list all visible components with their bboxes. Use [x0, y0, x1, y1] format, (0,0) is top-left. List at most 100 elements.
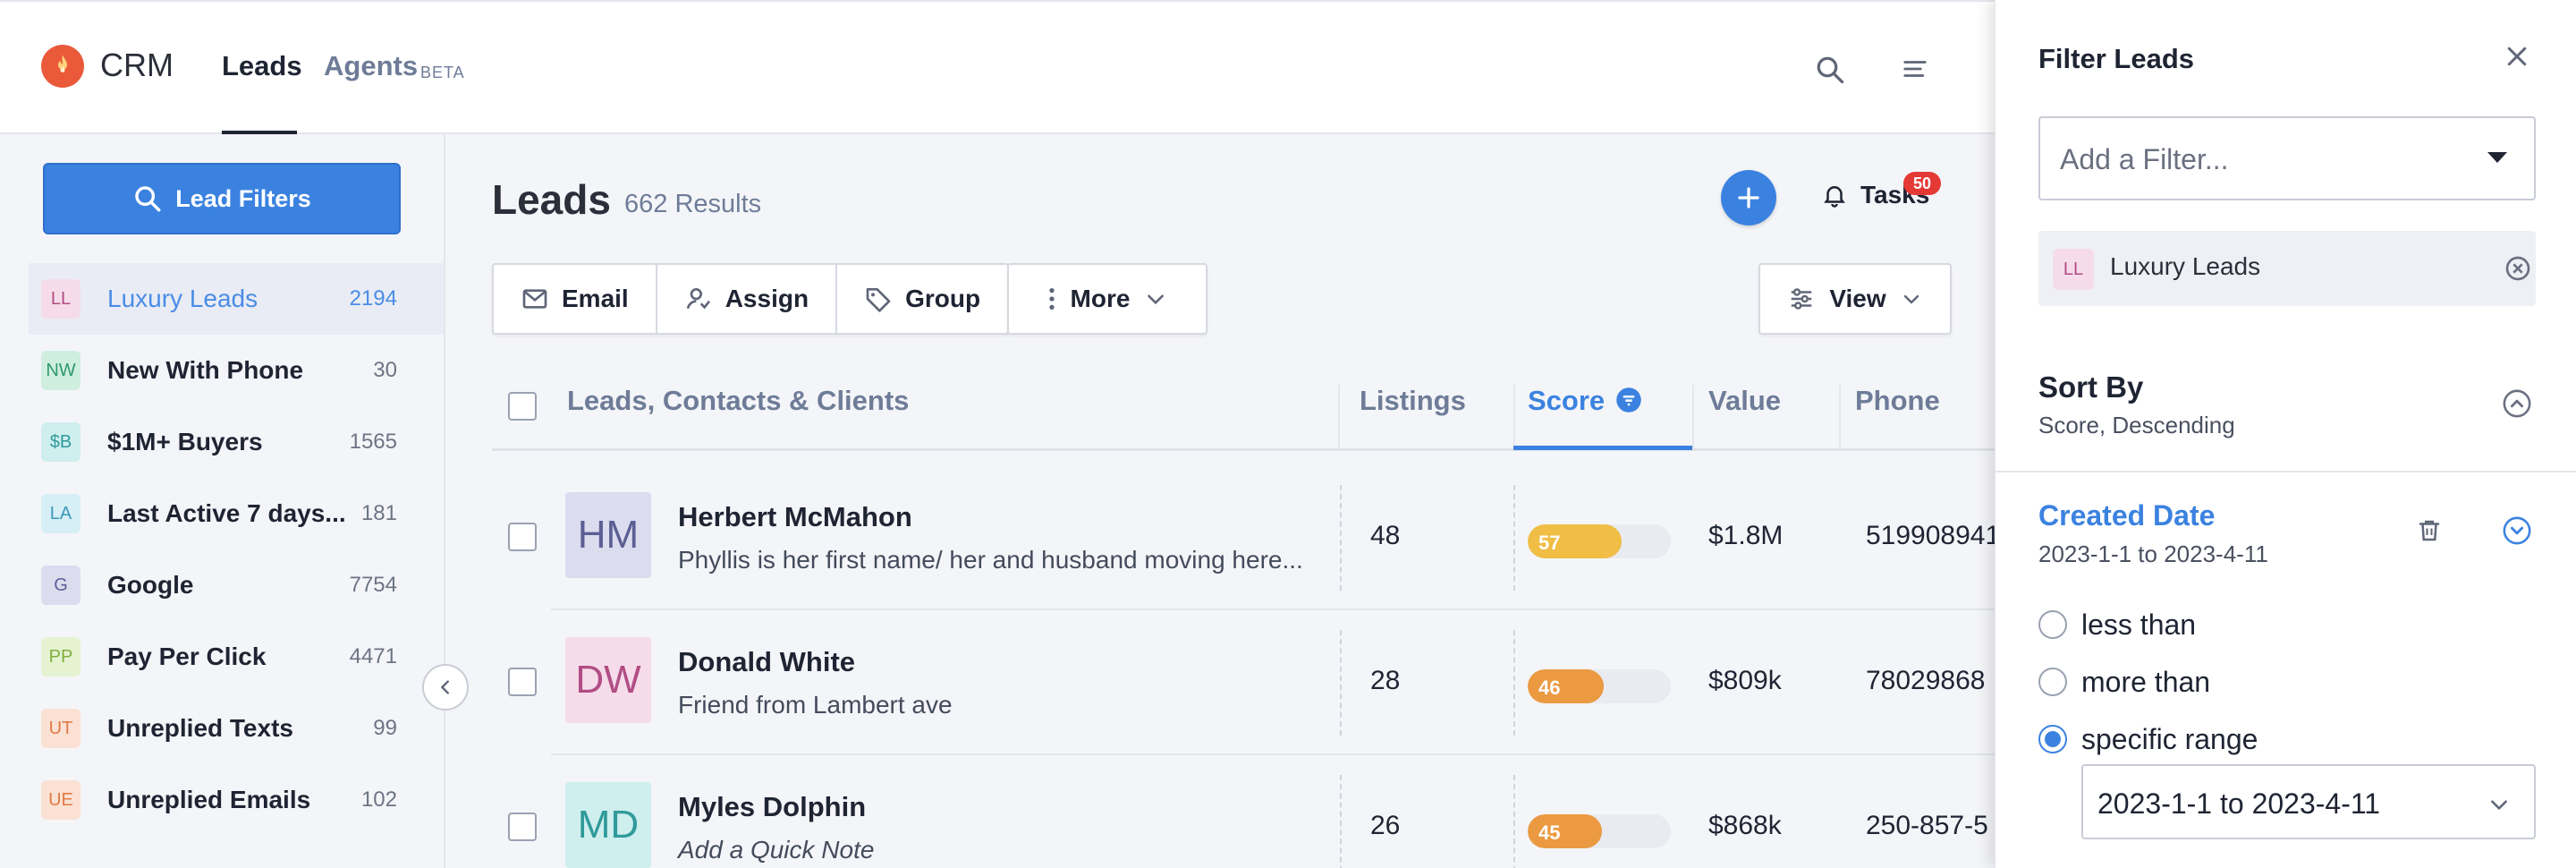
column-score-label: Score: [1528, 385, 1606, 416]
lead-note[interactable]: Add a Quick Note: [678, 836, 874, 864]
chevron-down-icon: [2491, 800, 2507, 810]
sidebar-item[interactable]: LL Luxury Leads 2194: [29, 263, 444, 335]
chip-label: Luxury Leads: [2110, 252, 2261, 280]
filter-badge: NW: [41, 351, 80, 390]
score-bar: 57: [1528, 524, 1671, 558]
trash-icon[interactable]: [2416, 515, 2443, 546]
lead-filters-button[interactable]: Lead Filters: [43, 163, 401, 234]
sidebar-item[interactable]: G Google 7754: [29, 549, 444, 621]
close-icon[interactable]: [2504, 43, 2530, 70]
remove-circle-icon[interactable]: [2504, 254, 2532, 283]
radio-more-than[interactable]: [2038, 668, 2067, 696]
cell-divider: [1513, 630, 1515, 736]
option-less-than[interactable]: less than: [2038, 607, 2196, 642]
results-count: 662 Results: [624, 190, 762, 218]
avatar[interactable]: DW: [565, 637, 651, 723]
row-checkbox[interactable]: [508, 668, 537, 696]
lead-phone[interactable]: 519908941: [1866, 521, 1995, 551]
created-date-title[interactable]: Created Date: [2038, 499, 2215, 532]
lead-value: $868k: [1708, 811, 1782, 840]
date-range-select[interactable]: 2023-1-1 to 2023-4-11: [2081, 764, 2536, 839]
view-button[interactable]: View: [1758, 263, 1952, 335]
add-lead-button[interactable]: [1721, 170, 1776, 226]
search-icon[interactable]: [1814, 54, 1846, 86]
collapse-sidebar-button[interactable]: [422, 664, 469, 711]
radio-less-than[interactable]: [2038, 610, 2067, 639]
option-more-than[interactable]: more than: [2038, 664, 2210, 700]
table-row[interactable]: MD Myles Dolphin Add a Quick Note 26 45 $868k…: [551, 755, 1995, 868]
avatar[interactable]: HM: [565, 492, 651, 578]
bulk-action-toolbar: Email Assign Group: [492, 263, 1010, 335]
cell-divider: [1340, 485, 1342, 591]
assign-button[interactable]: Assign: [657, 265, 838, 333]
listings-count: 48: [1370, 521, 1401, 550]
date-range-value: 2023-1-1 to 2023-4-11: [2097, 787, 2381, 820]
sidebar-item[interactable]: UT Unreplied Texts 99: [29, 693, 444, 764]
radio-specific-range[interactable]: [2038, 725, 2067, 753]
column-listings[interactable]: Listings: [1360, 385, 1466, 417]
lead-phone[interactable]: 78029868: [1866, 666, 1985, 696]
chevron-down-circle-icon[interactable]: [2502, 515, 2532, 546]
sidebar-item[interactable]: LA Last Active 7 days... 181: [29, 478, 444, 549]
email-button[interactable]: Email: [494, 265, 657, 333]
sidebar-item-label: New With Phone: [107, 356, 304, 384]
tasks-count-badge: 50: [1903, 172, 1941, 195]
sidebar-item-label: Unreplied Emails: [107, 786, 311, 813]
more-label: More: [1070, 285, 1131, 312]
lead-note: Phyllis is her first name/ her and husba…: [678, 546, 1303, 574]
filter-badge: LA: [41, 494, 80, 533]
sidebar-item-count: 4471: [349, 644, 397, 668]
column-leads[interactable]: Leads, Contacts & Clients: [567, 385, 909, 417]
option-label: specific range: [2081, 722, 2258, 755]
score-bar: 46: [1528, 669, 1671, 703]
column-separator: [1692, 385, 1694, 449]
cell-divider: [1513, 775, 1515, 868]
nav-tab-agents[interactable]: Agents: [324, 50, 418, 82]
sidebar-item[interactable]: $B $1M+ Buyers 1565: [29, 406, 444, 478]
sidebar-item-label: Google: [107, 571, 194, 599]
option-label: less than: [2081, 608, 2197, 641]
page-title: Leads: [492, 176, 611, 223]
sort-by-title: Sort By: [2038, 370, 2144, 404]
assign-user-icon: [686, 288, 710, 310]
lead-phone[interactable]: 250-857-5: [1866, 811, 1988, 841]
lead-name[interactable]: Donald White: [678, 646, 855, 678]
column-value[interactable]: Value: [1708, 385, 1781, 417]
sidebar-item[interactable]: PP Pay Per Click 4471: [29, 621, 444, 693]
chevron-up-circle-icon[interactable]: [2502, 388, 2532, 419]
cell-divider: [1340, 630, 1342, 736]
lead-name[interactable]: Myles Dolphin: [678, 791, 866, 823]
lead-name[interactable]: Herbert McMahon: [678, 501, 912, 533]
panel-divider: [1996, 471, 2576, 472]
sort-filter-icon[interactable]: [1615, 387, 1642, 413]
column-score[interactable]: Score: [1528, 385, 1642, 417]
table-row[interactable]: DW Donald White Friend from Lambert ave 28 4…: [551, 610, 1995, 755]
add-filter-dropdown[interactable]: Add a Filter...: [2038, 116, 2536, 200]
table-row[interactable]: HM Herbert McMahon Phyllis is her first na…: [551, 465, 1995, 610]
lead-value: $1.8M: [1708, 521, 1784, 550]
select-all-checkbox[interactable]: [508, 392, 537, 421]
column-phone[interactable]: Phone: [1855, 385, 1940, 417]
filter-badge: G: [41, 566, 80, 605]
group-button[interactable]: Group: [837, 265, 1007, 333]
score-value: 57: [1538, 532, 1561, 554]
sidebar-item[interactable]: UE Unreplied Emails 102: [29, 764, 444, 836]
more-button[interactable]: More: [1007, 263, 1208, 335]
filter-badge: PP: [41, 637, 80, 677]
sidebar-item[interactable]: NW New With Phone 30: [29, 335, 444, 406]
nav-tab-leads[interactable]: Leads: [222, 50, 302, 82]
flame-logo-icon[interactable]: [41, 45, 84, 88]
beta-badge: BETA: [420, 64, 465, 81]
menu-icon[interactable]: [1900, 55, 1930, 82]
row-checkbox[interactable]: [508, 523, 537, 551]
option-label: more than: [2081, 665, 2211, 698]
sort-by-value: Score, Descending: [2038, 412, 2235, 438]
avatar[interactable]: MD: [565, 782, 651, 868]
group-label: Group: [905, 285, 981, 312]
sidebar-item-count: 2194: [349, 286, 397, 311]
row-checkbox[interactable]: [508, 813, 537, 841]
saved-filter-list: LL Luxury Leads 2194 NW New With Phone 30 $B $1…: [29, 263, 444, 836]
option-specific-range[interactable]: specific range: [2038, 721, 2258, 757]
active-filter-chip: LL Luxury Leads: [2038, 231, 2536, 306]
assign-label: Assign: [724, 285, 809, 312]
